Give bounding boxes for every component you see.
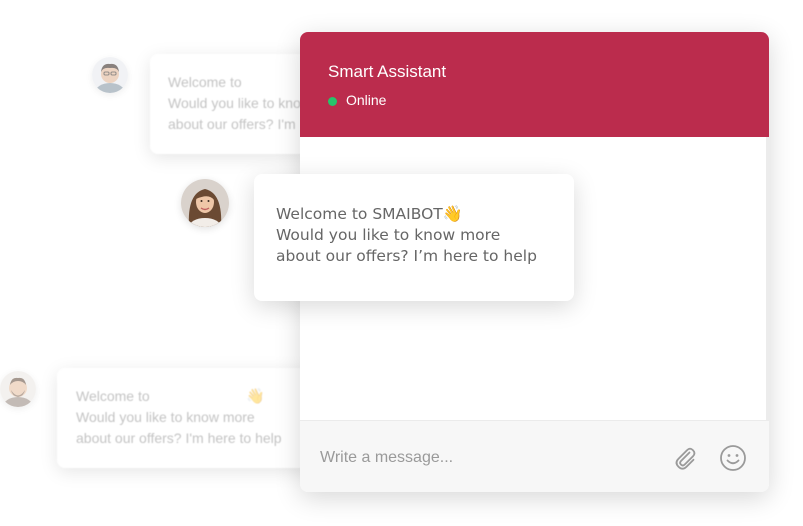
- avatar-man-glasses: [92, 57, 128, 93]
- faded-message-line: Would you like to know more: [76, 409, 255, 425]
- avatar-woman: [181, 179, 229, 227]
- faded-message-line: about our offers? I'm here to help: [76, 430, 282, 446]
- faded-message-card-bottom: Welcome to Would you like to know more a…: [57, 368, 317, 468]
- message-input[interactable]: [318, 441, 652, 475]
- message-line-2: Would you like to know more: [276, 226, 501, 244]
- message-composer: [300, 420, 769, 492]
- faded-message-line: Welcome to: [168, 74, 242, 90]
- message-line-3: about our offers? I’m here to help: [276, 247, 537, 265]
- assistant-name: Smart Assistant: [328, 62, 447, 81]
- chat-header: Smart Assistant Online: [300, 32, 769, 137]
- faded-message-card-top: Welcome to Would you like to know about …: [150, 54, 320, 154]
- status-text: Online: [346, 92, 387, 108]
- welcome-message-bubble: Welcome to SMAIBOT👋 Would you like to kn…: [254, 174, 574, 301]
- waving-hand-icon: 👋: [442, 204, 463, 223]
- message-line-1: Welcome to SMAIBOT👋: [276, 203, 574, 225]
- faded-message-line: Would you like to know: [168, 95, 311, 111]
- faded-message-line: Welcome to: [76, 388, 150, 404]
- avatar-man-beard: [0, 371, 36, 407]
- smiley-icon[interactable]: [718, 443, 748, 473]
- message-text: Welcome to SMAIBOT: [276, 205, 443, 223]
- faded-message-line: about our offers? I'm: [168, 116, 296, 132]
- paperclip-icon[interactable]: [670, 443, 700, 473]
- waving-hand-icon: 👋: [246, 388, 265, 405]
- online-status-dot: [328, 97, 337, 106]
